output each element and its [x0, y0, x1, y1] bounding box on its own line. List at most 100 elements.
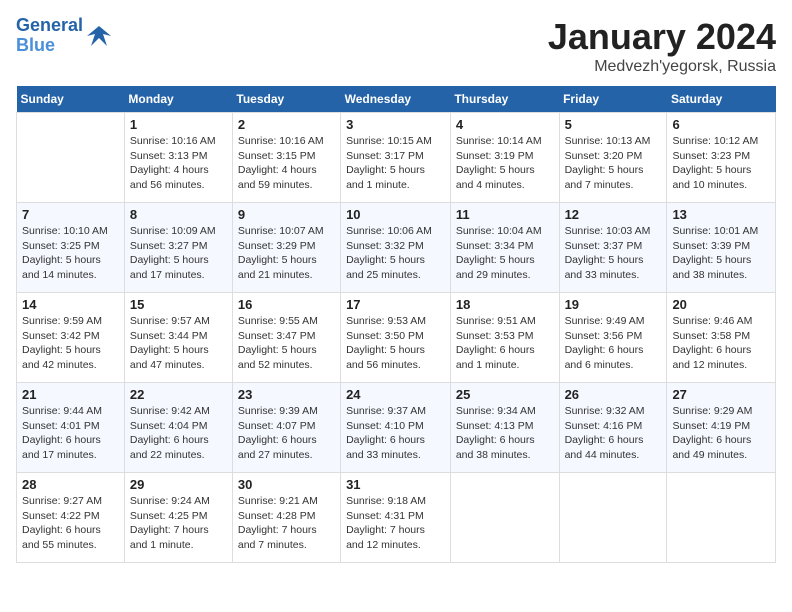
day-cell: 9 Sunrise: 10:07 AMSunset: 3:29 PMDayligh…: [232, 203, 340, 293]
day-info: Sunrise: 9:57 AMSunset: 3:44 PMDaylight:…: [130, 314, 227, 373]
day-cell: 22 Sunrise: 9:42 AMSunset: 4:04 PMDayligh…: [124, 383, 232, 473]
day-info: Sunrise: 10:16 AMSunset: 3:13 PMDaylight…: [130, 134, 227, 193]
day-info: Sunrise: 9:34 AMSunset: 4:13 PMDaylight:…: [456, 404, 554, 463]
month-title: January 2024: [548, 16, 776, 58]
day-info: Sunrise: 10:01 AMSunset: 3:39 PMDaylight…: [672, 224, 770, 283]
location-title: Medvezh'yegorsk, Russia: [548, 58, 776, 76]
logo-bird-icon: [85, 22, 113, 50]
day-cell: 19Sunrise: 9:49 AMSunset: 3:56 PMDayligh…: [559, 293, 667, 383]
day-cell: 7 Sunrise: 10:10 AMSunset: 3:25 PMDayligh…: [17, 203, 125, 293]
day-number: 21: [22, 387, 119, 402]
day-info: Sunrise: 10:04 AMSunset: 3:34 PMDaylight…: [456, 224, 554, 283]
day-number: 17: [346, 297, 445, 312]
day-cell: 12Sunrise: 10:03 AMSunset: 3:37 PMDaylig…: [559, 203, 667, 293]
day-number: 24: [346, 387, 445, 402]
day-info: Sunrise: 9:53 AMSunset: 3:50 PMDaylight:…: [346, 314, 445, 373]
day-info: Sunrise: 10:09 AMSunset: 3:27 PMDaylight…: [130, 224, 227, 283]
day-number: 8: [130, 207, 227, 222]
day-number: 22: [130, 387, 227, 402]
day-number: 20: [672, 297, 770, 312]
day-info: Sunrise: 9:44 AMSunset: 4:01 PMDaylight:…: [22, 404, 119, 463]
day-cell: 16 Sunrise: 9:55 AMSunset: 3:47 PMDayligh…: [232, 293, 340, 383]
week-row-1: 1 Sunrise: 10:16 AMSunset: 3:13 PMDayligh…: [17, 113, 776, 203]
day-cell: 28Sunrise: 9:27 AMSunset: 4:22 PMDayligh…: [17, 473, 125, 563]
day-cell: 5 Sunrise: 10:13 AMSunset: 3:20 PMDayligh…: [559, 113, 667, 203]
weekday-header-friday: Friday: [559, 86, 667, 113]
day-info: Sunrise: 9:59 AMSunset: 3:42 PMDaylight:…: [22, 314, 119, 373]
day-info: Sunrise: 9:24 AMSunset: 4:25 PMDaylight:…: [130, 494, 227, 553]
day-cell: 27Sunrise: 9:29 AMSunset: 4:19 PMDayligh…: [667, 383, 776, 473]
logo-text: GeneralBlue: [16, 16, 83, 56]
weekday-header-tuesday: Tuesday: [232, 86, 340, 113]
day-info: Sunrise: 9:37 AMSunset: 4:10 PMDaylight:…: [346, 404, 445, 463]
day-number: 31: [346, 477, 445, 492]
day-cell: 13 Sunrise: 10:01 AMSunset: 3:39 PMDaylig…: [667, 203, 776, 293]
day-number: 9: [238, 207, 335, 222]
day-number: 11: [456, 207, 554, 222]
day-cell: 3Sunrise: 10:15 AMSunset: 3:17 PMDayligh…: [341, 113, 451, 203]
day-number: 30: [238, 477, 335, 492]
day-info: Sunrise: 9:42 AMSunset: 4:04 PMDaylight:…: [130, 404, 227, 463]
day-cell: 24 Sunrise: 9:37 AMSunset: 4:10 PMDayligh…: [341, 383, 451, 473]
day-cell: 2 Sunrise: 10:16 AMSunset: 3:15 PMDayligh…: [232, 113, 340, 203]
day-cell: 11 Sunrise: 10:04 AMSunset: 3:34 PMDaylig…: [450, 203, 559, 293]
day-info: Sunrise: 10:06 AMSunset: 3:32 PMDaylight…: [346, 224, 445, 283]
day-cell: 15 Sunrise: 9:57 AMSunset: 3:44 PMDayligh…: [124, 293, 232, 383]
day-info: Sunrise: 9:18 AMSunset: 4:31 PMDaylight:…: [346, 494, 445, 553]
day-info: Sunrise: 9:27 AMSunset: 4:22 PMDaylight:…: [22, 494, 119, 553]
day-number: 10: [346, 207, 445, 222]
day-cell: 25 Sunrise: 9:34 AMSunset: 4:13 PMDayligh…: [450, 383, 559, 473]
logo: GeneralBlue: [16, 16, 113, 56]
day-info: Sunrise: 9:46 AMSunset: 3:58 PMDaylight:…: [672, 314, 770, 373]
page-header: GeneralBlue January 2024 Medvezh'yegorsk…: [16, 16, 776, 76]
day-cell: 31 Sunrise: 9:18 AMSunset: 4:31 PMDayligh…: [341, 473, 451, 563]
day-info: Sunrise: 10:13 AMSunset: 3:20 PMDaylight…: [565, 134, 662, 193]
day-info: Sunrise: 10:12 AMSunset: 3:23 PMDaylight…: [672, 134, 770, 193]
day-number: 18: [456, 297, 554, 312]
day-info: Sunrise: 10:15 AMSunset: 3:17 PMDaylight…: [346, 134, 445, 193]
day-cell: 10 Sunrise: 10:06 AMSunset: 3:32 PMDaylig…: [341, 203, 451, 293]
day-info: Sunrise: 10:16 AMSunset: 3:15 PMDaylight…: [238, 134, 335, 193]
weekday-header-thursday: Thursday: [450, 86, 559, 113]
day-number: 14: [22, 297, 119, 312]
day-info: Sunrise: 10:07 AMSunset: 3:29 PMDaylight…: [238, 224, 335, 283]
day-number: 25: [456, 387, 554, 402]
day-info: Sunrise: 10:10 AMSunset: 3:25 PMDaylight…: [22, 224, 119, 283]
day-number: 7: [22, 207, 119, 222]
week-row-3: 14 Sunrise: 9:59 AMSunset: 3:42 PMDayligh…: [17, 293, 776, 383]
day-cell: 30 Sunrise: 9:21 AMSunset: 4:28 PMDayligh…: [232, 473, 340, 563]
day-cell: 8 Sunrise: 10:09 AMSunset: 3:27 PMDayligh…: [124, 203, 232, 293]
day-cell: [17, 113, 125, 203]
day-info: Sunrise: 9:32 AMSunset: 4:16 PMDaylight:…: [565, 404, 662, 463]
day-number: 23: [238, 387, 335, 402]
day-info: Sunrise: 9:49 AMSunset: 3:56 PMDaylight:…: [565, 314, 662, 373]
week-row-2: 7 Sunrise: 10:10 AMSunset: 3:25 PMDayligh…: [17, 203, 776, 293]
day-number: 1: [130, 117, 227, 132]
day-cell: 17 Sunrise: 9:53 AMSunset: 3:50 PMDayligh…: [341, 293, 451, 383]
day-cell: 1 Sunrise: 10:16 AMSunset: 3:13 PMDayligh…: [124, 113, 232, 203]
day-cell: 6Sunrise: 10:12 AMSunset: 3:23 PMDayligh…: [667, 113, 776, 203]
day-number: 5: [565, 117, 662, 132]
day-info: Sunrise: 9:55 AMSunset: 3:47 PMDaylight:…: [238, 314, 335, 373]
week-row-4: 21 Sunrise: 9:44 AMSunset: 4:01 PMDayligh…: [17, 383, 776, 473]
day-cell: 23 Sunrise: 9:39 AMSunset: 4:07 PMDayligh…: [232, 383, 340, 473]
day-info: Sunrise: 9:51 AMSunset: 3:53 PMDaylight:…: [456, 314, 554, 373]
day-number: 2: [238, 117, 335, 132]
day-number: 29: [130, 477, 227, 492]
week-row-5: 28Sunrise: 9:27 AMSunset: 4:22 PMDayligh…: [17, 473, 776, 563]
day-number: 16: [238, 297, 335, 312]
day-number: 15: [130, 297, 227, 312]
day-cell: 20 Sunrise: 9:46 AMSunset: 3:58 PMDayligh…: [667, 293, 776, 383]
day-info: Sunrise: 9:39 AMSunset: 4:07 PMDaylight:…: [238, 404, 335, 463]
day-info: Sunrise: 10:14 AMSunset: 3:19 PMDaylight…: [456, 134, 554, 193]
day-number: 13: [672, 207, 770, 222]
day-cell: 4Sunrise: 10:14 AMSunset: 3:19 PMDayligh…: [450, 113, 559, 203]
weekday-header-row: SundayMondayTuesdayWednesdayThursdayFrid…: [17, 86, 776, 113]
day-info: Sunrise: 9:29 AMSunset: 4:19 PMDaylight:…: [672, 404, 770, 463]
weekday-header-wednesday: Wednesday: [341, 86, 451, 113]
day-cell: 26Sunrise: 9:32 AMSunset: 4:16 PMDayligh…: [559, 383, 667, 473]
day-number: 12: [565, 207, 662, 222]
day-info: Sunrise: 9:21 AMSunset: 4:28 PMDaylight:…: [238, 494, 335, 553]
day-cell: [559, 473, 667, 563]
day-cell: 29 Sunrise: 9:24 AMSunset: 4:25 PMDayligh…: [124, 473, 232, 563]
